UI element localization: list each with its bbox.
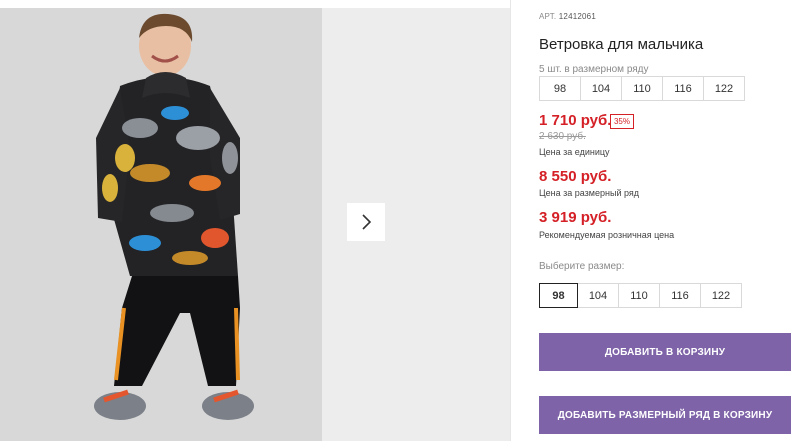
product-title: Ветровка для мальчика	[539, 36, 704, 53]
old-price: 2 630 руб.	[539, 131, 586, 142]
set-price: 8 550 руб.	[539, 168, 612, 185]
column-divider	[510, 0, 511, 441]
size-option-110[interactable]: 110	[618, 283, 660, 308]
set-size-item: 110	[621, 76, 663, 101]
add-to-cart-button[interactable]: ДОБАВИТЬ В КОРЗИНУ	[539, 333, 791, 371]
add-set-to-cart-button[interactable]: ДОБАВИТЬ РАЗМЕРНЫЙ РЯД В КОРЗИНУ	[539, 396, 791, 434]
product-gallery	[0, 0, 510, 441]
size-option-104[interactable]: 104	[577, 283, 619, 308]
chevron-right-icon	[362, 214, 372, 230]
size-option-116[interactable]: 116	[659, 283, 701, 308]
article-number: АРТ. 12412061	[539, 12, 596, 21]
product-photo[interactable]	[0, 8, 322, 441]
set-size-item: 116	[662, 76, 704, 101]
size-picker: 98 104 110 116 122	[539, 283, 742, 308]
unit-price-caption: Цена за единицу	[539, 147, 610, 157]
size-picker-label: Выберите размер:	[539, 261, 625, 272]
set-size-list: 98 104 110 116 122	[539, 76, 745, 101]
article-label: АРТ.	[539, 12, 557, 21]
unit-price: 1 710 руб.	[539, 112, 612, 129]
rrp-price: 3 919 руб.	[539, 209, 612, 226]
set-price-caption: Цена за размерный ряд	[539, 188, 640, 198]
size-option-98[interactable]: 98	[539, 283, 578, 308]
gallery-next-button[interactable]	[347, 203, 385, 241]
set-quantity-note: 5 шт. в размерном ряду	[539, 64, 649, 75]
rrp-price-caption: Рекомендуемая розничная цена	[539, 230, 675, 240]
article-value: 12412061	[558, 12, 596, 21]
discount-badge: 35%	[610, 114, 634, 129]
set-size-item: 98	[539, 76, 581, 101]
boy-in-jacket-image	[0, 8, 322, 441]
size-option-122[interactable]: 122	[700, 283, 742, 308]
set-size-item: 122	[703, 76, 745, 101]
set-size-item: 104	[580, 76, 622, 101]
